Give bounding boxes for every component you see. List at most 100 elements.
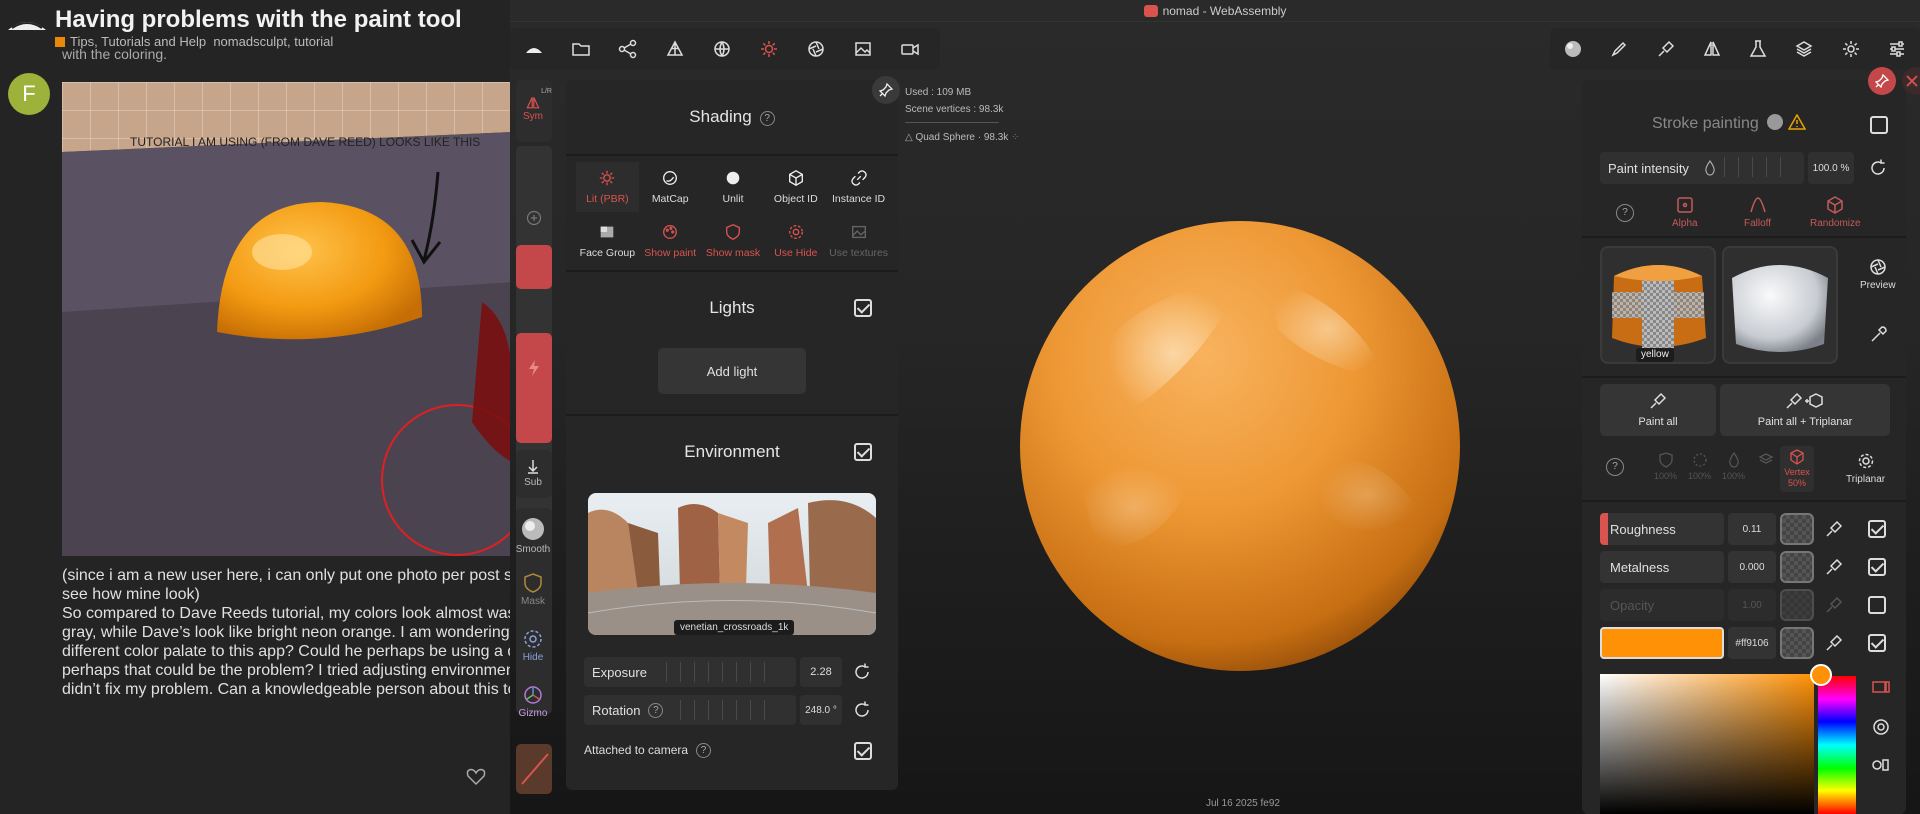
environment-checkbox[interactable] — [854, 443, 872, 461]
rotation-slider[interactable]: Rotation? — [584, 695, 796, 725]
preview-button[interactable]: Preview — [1860, 258, 1896, 291]
opacity-slider[interactable]: Opacity — [1600, 589, 1724, 621]
mode-instance-id[interactable]: Instance ID — [827, 162, 890, 212]
paint-all-triplanar-button[interactable]: Paint all + Triplanar — [1720, 384, 1890, 436]
active-object[interactable]: △ Quad Sphere · 98.3k ⁘ — [905, 129, 1019, 146]
plus-circle-icon[interactable] — [526, 210, 542, 226]
viewport-sphere[interactable] — [1018, 219, 1462, 673]
channel-layer-toggle[interactable] — [1758, 452, 1774, 471]
roughness-checkbox[interactable] — [1868, 520, 1886, 538]
color-picker-hue-bar[interactable] — [1818, 676, 1856, 814]
topic-tags[interactable]: nomadsculpt, tutorial — [213, 34, 333, 49]
option-use-hide[interactable]: Use Hide — [764, 216, 827, 266]
camera-button[interactable] — [886, 28, 933, 70]
pin-panel-button[interactable] — [872, 76, 900, 104]
eyedropper-icon[interactable] — [1824, 595, 1844, 615]
color-mode-slider-icon[interactable] — [1872, 758, 1890, 772]
shading-button[interactable] — [745, 28, 792, 70]
topology-button[interactable] — [651, 28, 698, 70]
mode-unlit[interactable]: Unlit — [702, 162, 765, 212]
randomize-button[interactable]: Randomize — [1810, 196, 1861, 229]
hide-tool[interactable]: Hide — [514, 628, 552, 663]
channel-hide-toggle[interactable]: 100% — [1688, 452, 1711, 481]
tool-preview-button[interactable] — [1550, 28, 1596, 70]
paint-button[interactable] — [1643, 28, 1689, 70]
mode-object-id[interactable]: Object ID — [764, 162, 827, 212]
roughness-value[interactable]: 0.11 — [1728, 513, 1776, 545]
vertex-toggle[interactable]: Vertex 50% — [1780, 446, 1814, 492]
attached-camera-checkbox[interactable] — [854, 742, 872, 760]
pin-panel-button[interactable] — [1868, 67, 1896, 95]
metalness-texture-slot[interactable] — [1780, 551, 1814, 583]
nomad-menu-button[interactable] — [510, 28, 557, 70]
scene-button[interactable] — [604, 28, 651, 70]
eyedropper-icon[interactable] — [1870, 325, 1888, 343]
eyedropper-icon[interactable] — [1824, 557, 1844, 577]
paint-intensity-slider[interactable]: Paint intensity — [1600, 152, 1804, 184]
channel-mask-toggle[interactable]: 100% — [1654, 452, 1677, 481]
color-texture-slot[interactable] — [1780, 627, 1814, 659]
color-swatch[interactable] — [1600, 627, 1724, 659]
reset-icon[interactable] — [852, 662, 872, 682]
settings-button[interactable] — [1828, 28, 1874, 70]
metalness-slider[interactable]: Metalness — [1600, 551, 1724, 583]
roughness-texture-slot[interactable] — [1780, 513, 1814, 545]
layers-button[interactable] — [1781, 28, 1827, 70]
gizmo-tool[interactable]: Gizmo — [514, 684, 552, 719]
material-preview-yellow[interactable]: yellow — [1600, 246, 1716, 364]
smooth-tool[interactable]: Smooth — [514, 516, 552, 555]
avatar[interactable]: F — [8, 73, 50, 115]
mask-tool[interactable]: Mask — [514, 572, 552, 607]
opacity-checkbox[interactable] — [1868, 596, 1886, 614]
option-face-group[interactable]: Face Group — [576, 216, 639, 266]
opacity-value[interactable]: 1.00 — [1728, 589, 1776, 621]
falloff-button[interactable]: Falloff — [1744, 196, 1771, 229]
reset-icon[interactable] — [1868, 158, 1888, 178]
color-checkbox[interactable] — [1868, 634, 1886, 652]
eyedropper-icon[interactable] — [1824, 519, 1844, 539]
triplanar-button[interactable]: Triplanar — [1846, 452, 1885, 485]
help-icon[interactable]: ? — [696, 743, 712, 758]
help-icon[interactable]: ? — [1616, 204, 1634, 222]
roughness-slider[interactable]: Roughness — [1600, 513, 1724, 545]
color-picker-sv-area[interactable] — [1600, 674, 1814, 814]
color-mode-wheel-icon[interactable] — [1872, 718, 1890, 736]
stroke-enable-checkbox[interactable] — [1870, 116, 1888, 134]
option-show-mask[interactable]: Show mask — [702, 216, 765, 266]
matcap-preview[interactable] — [1722, 246, 1838, 364]
color-hex[interactable]: #ff9106 — [1728, 627, 1776, 659]
alpha-button[interactable]: Alpha — [1672, 196, 1698, 229]
background-button[interactable] — [839, 28, 886, 70]
lights-checkbox[interactable] — [854, 299, 872, 317]
intensity-slider-handle[interactable] — [516, 333, 552, 443]
paint-intensity-value[interactable]: 100.0 % — [1808, 152, 1854, 184]
exposure-value[interactable]: 2.28 — [800, 657, 842, 687]
option-show-paint[interactable]: Show paint — [639, 216, 702, 266]
exposure-slider[interactable]: Exposure — [584, 657, 796, 687]
color-mode-rect-icon[interactable] — [1872, 680, 1890, 694]
lab-button[interactable] — [1735, 28, 1781, 70]
channel-drop-toggle[interactable]: 100% — [1722, 452, 1745, 481]
post-photo[interactable]: TUTORIAL I AM USING (FROM DAVE REED) LOO… — [62, 82, 510, 556]
paint-all-button[interactable]: Paint all — [1600, 384, 1716, 436]
metalness-checkbox[interactable] — [1868, 558, 1886, 576]
files-button[interactable] — [557, 28, 604, 70]
postprocess-button[interactable] — [792, 28, 839, 70]
heart-icon[interactable] — [466, 768, 486, 786]
topic-title[interactable]: Having problems with the paint tool — [55, 6, 462, 34]
symmetry-button[interactable] — [1689, 28, 1735, 70]
mode-lit-pbr[interactable]: Lit (PBR) — [576, 162, 639, 212]
environment-thumbnail[interactable]: venetian_crossroads_1k — [588, 493, 876, 635]
add-light-button[interactable]: Add light — [658, 348, 806, 394]
mode-matcap[interactable]: MatCap — [639, 162, 702, 212]
brush-button[interactable] — [1596, 28, 1642, 70]
opacity-texture-slot[interactable] — [1780, 589, 1814, 621]
help-icon[interactable]: ? — [759, 111, 775, 126]
reset-icon[interactable] — [852, 700, 872, 720]
sliders-button[interactable] — [1874, 28, 1920, 70]
eyedropper-icon[interactable] — [1824, 633, 1844, 653]
material-button[interactable] — [698, 28, 745, 70]
radius-slider-handle[interactable] — [516, 245, 552, 289]
metalness-value[interactable]: 0.000 — [1728, 551, 1776, 583]
option-use-textures[interactable]: Use textures — [827, 216, 890, 266]
